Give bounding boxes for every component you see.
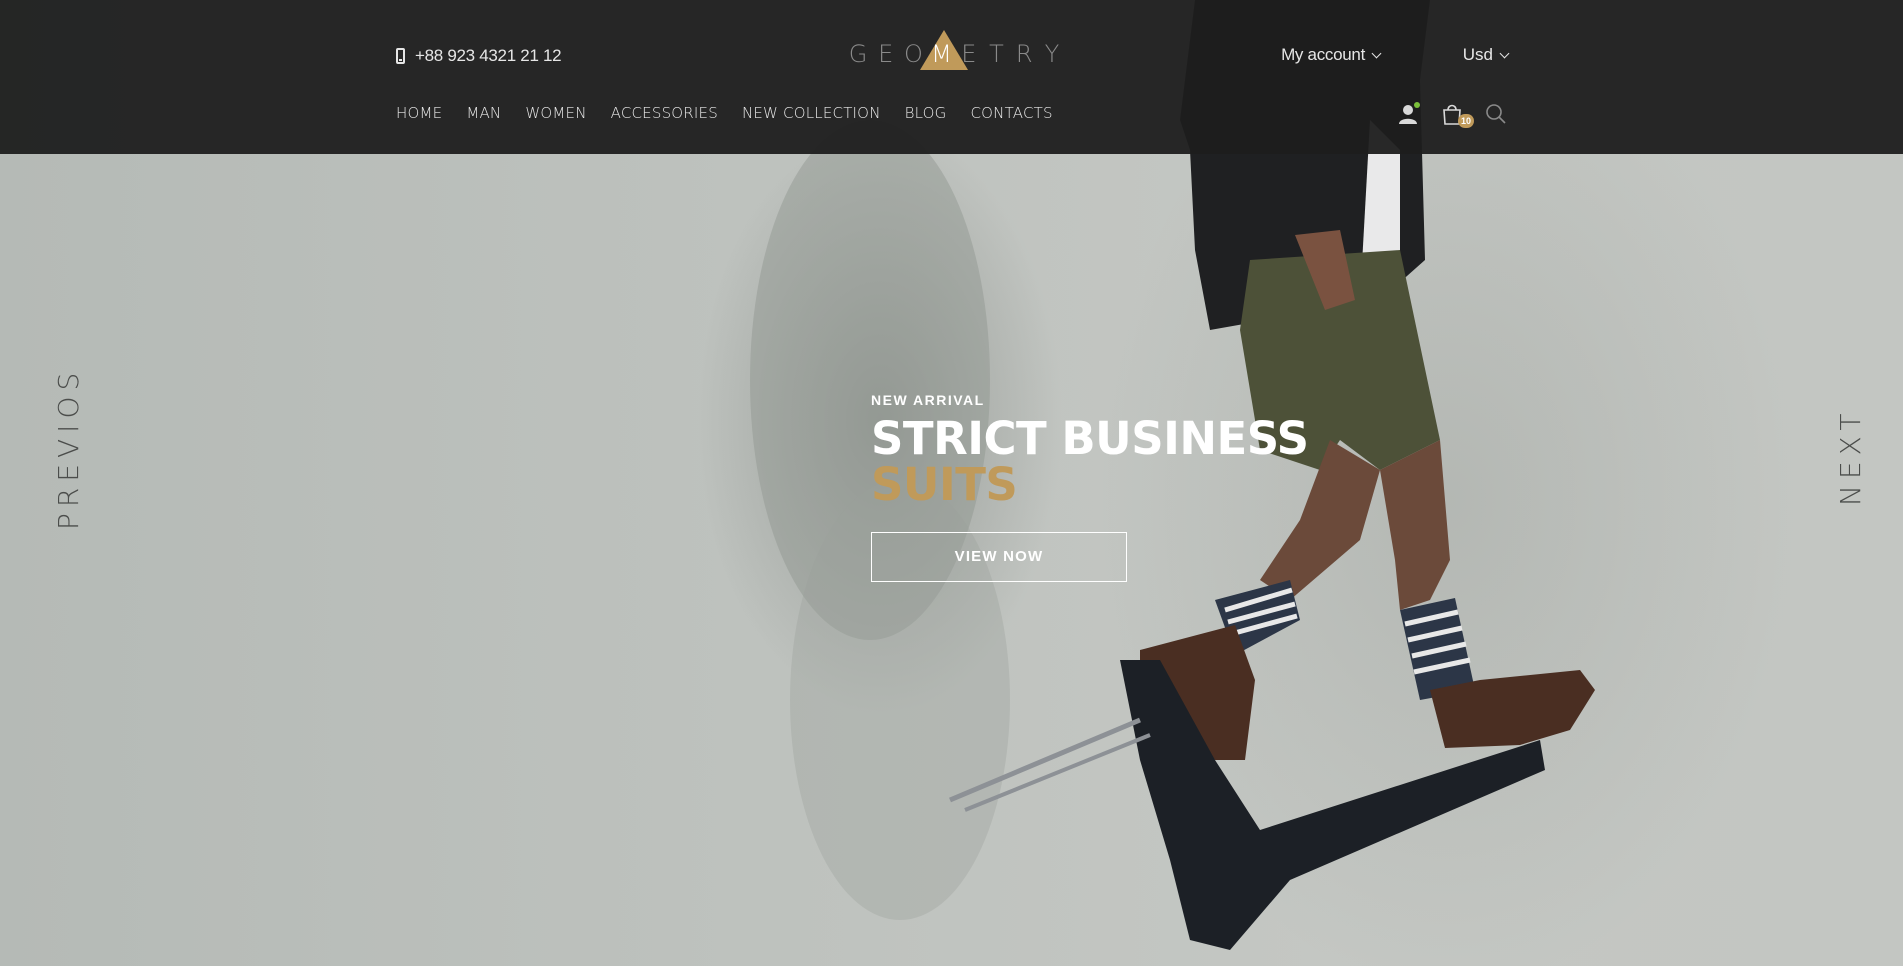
- nav-item-women[interactable]: WOMEN: [525, 104, 586, 122]
- nav-item-home[interactable]: HOME: [396, 104, 442, 122]
- slide-title-accent: SUITS: [871, 458, 1018, 511]
- nav-item-accessories[interactable]: ACCESSORIES: [611, 104, 718, 122]
- nav-item-blog[interactable]: BLOG: [905, 104, 947, 122]
- logo-letter: R: [1015, 40, 1033, 68]
- logo-wordmark: G E O M E T R Y: [848, 40, 1062, 68]
- logo-letter: T: [989, 40, 1004, 68]
- account-label: My account: [1281, 45, 1365, 64]
- slide-kicker: NEW ARRIVAL: [871, 392, 985, 408]
- cart-count-badge: 10: [1458, 114, 1474, 128]
- phone-number: +88 923 4321 21 12: [415, 46, 562, 65]
- phone-icon: [396, 48, 405, 64]
- cart-button[interactable]: 10: [1440, 102, 1474, 128]
- logo-letter: Y: [1044, 40, 1060, 68]
- nav-item-contacts[interactable]: CONTACTS: [971, 104, 1053, 122]
- online-indicator: [1414, 102, 1420, 108]
- hero-slide-content: NEW ARRIVAL STRICT BUSINESS SUITS VIEW N…: [871, 392, 1309, 582]
- currency-label: Usd: [1462, 45, 1493, 64]
- slide-title: STRICT BUSINESS: [871, 412, 1309, 465]
- user-button[interactable]: [1396, 102, 1420, 126]
- phone-contact[interactable]: +88 923 4321 21 12: [396, 46, 562, 66]
- account-dropdown[interactable]: My account: [1281, 45, 1382, 65]
- search-icon: [1486, 104, 1506, 124]
- logo-letter: E: [878, 40, 894, 68]
- chevron-down-icon: [1499, 48, 1510, 58]
- chevron-down-icon: [1371, 48, 1382, 58]
- logo-letter: E: [961, 40, 977, 68]
- site-logo[interactable]: G E O M E T R Y: [848, 26, 1062, 72]
- logo-letter: O: [903, 40, 923, 68]
- view-now-button[interactable]: VIEW NOW: [871, 532, 1127, 582]
- main-nav: HOME MAN WOMEN ACCESSORIES NEW COLLECTIO…: [396, 104, 1053, 122]
- logo-letter: G: [848, 40, 868, 68]
- nav-item-man[interactable]: MAN: [466, 104, 501, 122]
- slider-next-button[interactable]: NEXT: [1834, 408, 1867, 506]
- currency-dropdown[interactable]: Usd: [1462, 45, 1510, 65]
- logo-letter: M: [931, 40, 952, 68]
- header-actions: 10: [1396, 102, 1508, 128]
- slider-prev-button[interactable]: PREVIOS: [52, 367, 85, 530]
- search-button[interactable]: [1484, 102, 1508, 126]
- nav-item-new-collection[interactable]: NEW COLLECTION: [742, 104, 881, 122]
- site-header: +88 923 4321 21 12 G E O M E T R Y My ac…: [0, 0, 1903, 154]
